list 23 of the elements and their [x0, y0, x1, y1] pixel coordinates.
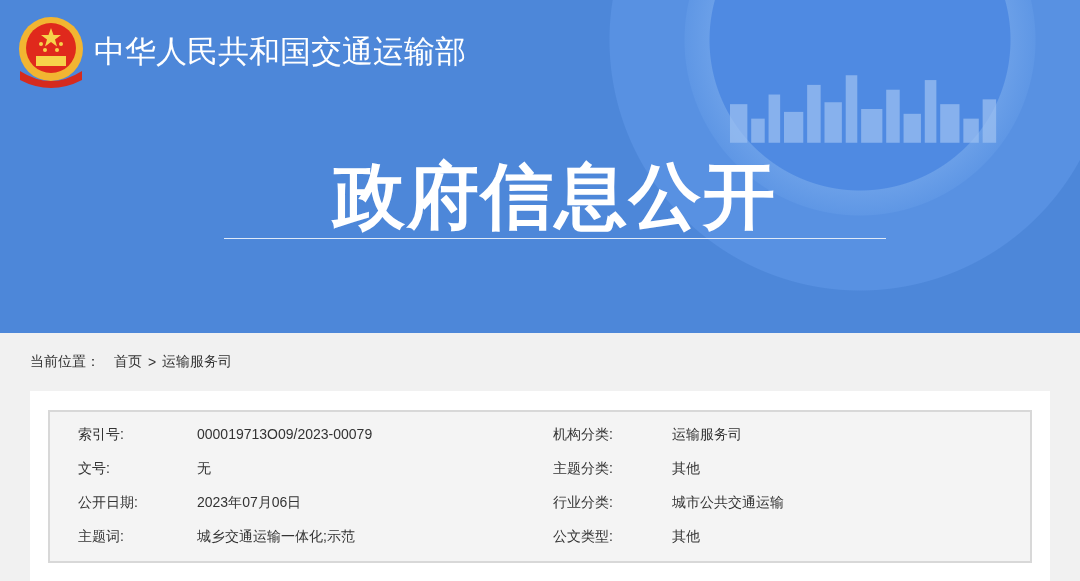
field-value: 无	[197, 459, 212, 478]
field-label: 公文类型:	[553, 527, 614, 546]
field-value: 2023年07月06日	[197, 493, 303, 512]
field-label: 文号:	[78, 459, 111, 478]
field-value: 运输服务司	[672, 425, 743, 444]
field-label: 机构分类:	[553, 425, 614, 444]
field-value: 000019713O09/2023-00079	[197, 425, 374, 444]
field-label: 索引号:	[78, 425, 125, 444]
field-label: 主题分类:	[553, 459, 614, 478]
field-label: 行业分类:	[553, 493, 614, 512]
breadcrumb-separator: >	[148, 354, 157, 370]
site-name: 中华人民共和国交通运输部	[94, 33, 466, 71]
field-value: 城乡交通运输一体化;示范	[197, 527, 356, 546]
field-value: 其他	[672, 527, 701, 546]
page-title: 政府信息公开	[224, 160, 886, 239]
emblem-icon	[16, 16, 86, 88]
breadcrumb-link[interactable]: 运输服务司	[162, 353, 233, 371]
breadcrumb-label: 当前位置：	[30, 353, 100, 371]
field-label: 公开日期:	[78, 493, 139, 512]
breadcrumb-link[interactable]: 首页	[114, 353, 142, 371]
field-value: 城市公共交通运输	[672, 493, 785, 512]
field-value: 其他	[672, 459, 701, 478]
field-label: 主题词:	[78, 527, 125, 546]
